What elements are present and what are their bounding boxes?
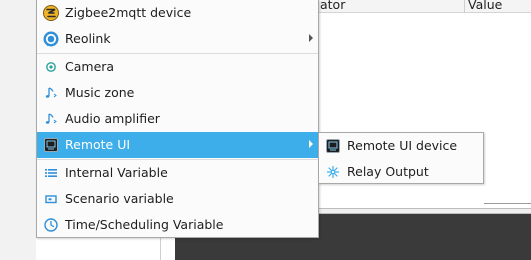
background-table-header: ator Value xyxy=(318,0,531,13)
menu-item-label: Camera xyxy=(65,59,115,74)
menu-item-scenario-variable[interactable]: Scenario variable xyxy=(37,186,318,212)
menu-item-remote-ui[interactable]: Remote UI xyxy=(37,132,318,158)
menu-item-internal-variable[interactable]: Internal Variable xyxy=(37,160,318,186)
menu-item-camera[interactable]: Camera xyxy=(37,54,318,80)
chevron-right-icon xyxy=(309,34,313,42)
table-header-operator[interactable]: ator xyxy=(320,0,345,12)
scenario-variable-icon xyxy=(43,191,59,207)
menu-item-label: Music zone xyxy=(65,85,135,100)
music-note-icon xyxy=(43,85,59,101)
screen: ator Value Actions Zigbee2mqtt device xyxy=(0,0,531,260)
menu-item-reolink[interactable]: Reolink xyxy=(37,26,318,52)
menu-item-zigbee2mqtt-device[interactable]: Zigbee2mqtt device xyxy=(37,0,318,26)
add-item-menu: Zigbee2mqtt device Reolink Camera Music … xyxy=(36,0,319,238)
background-rule xyxy=(484,203,531,204)
music-note-icon xyxy=(43,111,59,127)
background-left-strip xyxy=(0,0,36,260)
clock-icon xyxy=(43,217,59,233)
submenu-item-remote-ui-device[interactable]: Remote UI device xyxy=(319,133,483,159)
chevron-right-icon xyxy=(309,140,313,148)
menu-item-label: Scenario variable xyxy=(65,191,174,206)
menu-item-label: Zigbee2mqtt device xyxy=(65,5,192,20)
submenu-item-label: Remote UI device xyxy=(347,138,458,153)
menu-item-label: Audio amplifier xyxy=(65,111,160,126)
menu-item-music-zone[interactable]: Music zone xyxy=(37,80,318,106)
relay-output-icon xyxy=(325,164,341,180)
table-header-separator xyxy=(464,0,465,13)
menu-item-audio-amplifier[interactable]: Audio amplifier xyxy=(37,106,318,132)
submenu-item-label: Relay Output xyxy=(347,164,429,179)
table-header-value[interactable]: Value xyxy=(468,0,502,12)
camera-icon xyxy=(43,59,59,75)
internal-variable-icon xyxy=(43,165,59,181)
remote-ui-icon xyxy=(325,138,341,154)
menu-item-label: Reolink xyxy=(65,31,111,46)
menu-item-label: Remote UI xyxy=(65,137,131,152)
reolink-icon xyxy=(43,31,59,47)
remote-ui-icon xyxy=(43,137,59,153)
menu-item-label: Internal Variable xyxy=(65,165,168,180)
submenu-item-relay-output[interactable]: Relay Output xyxy=(319,159,483,185)
menu-item-time-scheduling-variable[interactable]: Time/Scheduling Variable xyxy=(37,212,318,238)
menu-item-label: Time/Scheduling Variable xyxy=(65,217,224,232)
zigbee2mqtt-icon xyxy=(43,5,59,21)
remote-ui-submenu: Remote UI device Relay Output xyxy=(318,132,484,184)
